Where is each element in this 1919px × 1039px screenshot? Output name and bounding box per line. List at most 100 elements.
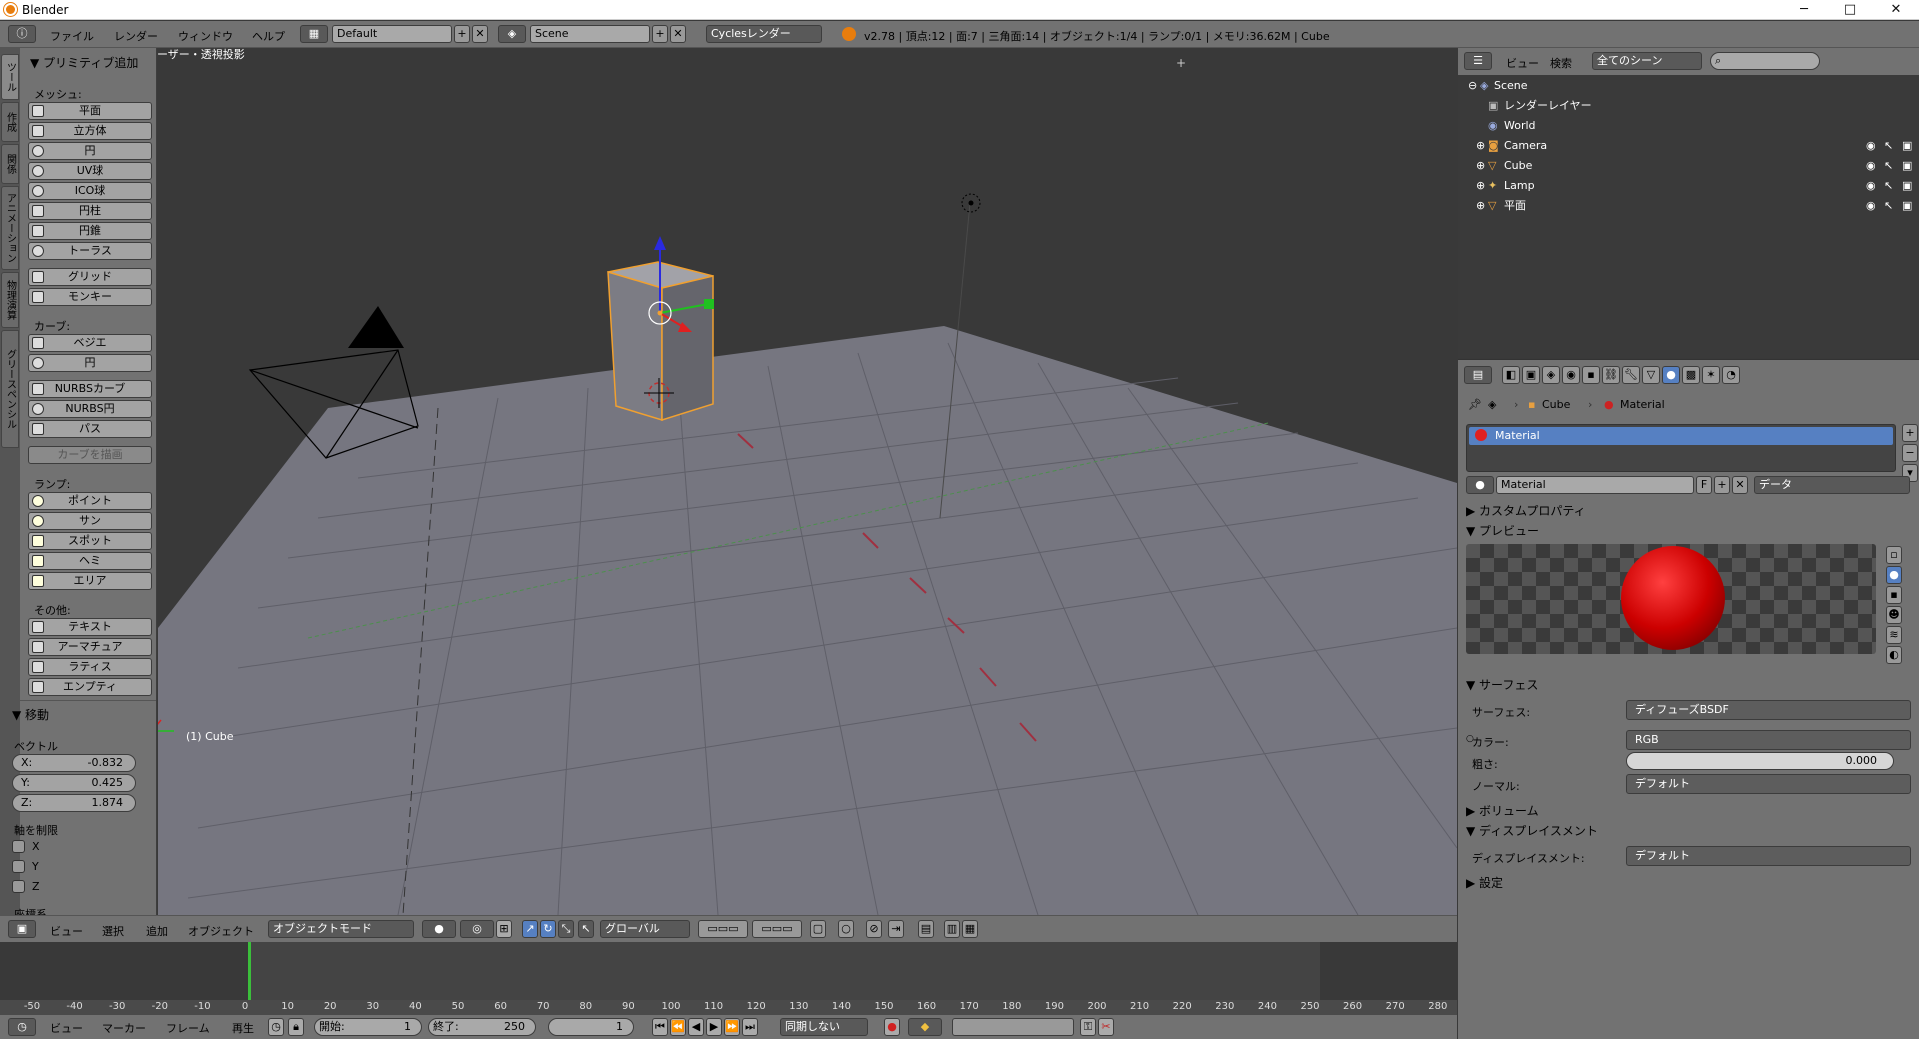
vector-x-field[interactable]: X: -0.832 — [12, 754, 136, 772]
menu-window[interactable]: ウィンドウ — [178, 28, 233, 44]
layout-remove-icon[interactable]: ✕ — [472, 25, 488, 43]
outliner-row-scene[interactable]: ⊖ ◈ Scene — [1458, 76, 1919, 96]
menu-help[interactable]: ヘルプ — [252, 28, 285, 44]
timeline-menu-marker[interactable]: マーカー — [102, 1020, 146, 1036]
displacement-input-select[interactable]: デフォルト — [1626, 846, 1911, 866]
add-lattice-button[interactable]: ラティス — [28, 658, 152, 676]
layers-group-1[interactable]: ▭▭▭ — [698, 920, 748, 938]
add-point-lamp-button[interactable]: ポイント — [28, 492, 152, 510]
insert-keyframe-icon[interactable]: ⚿ — [1080, 1018, 1096, 1036]
mode-select[interactable]: オブジェクトモード — [268, 920, 414, 938]
outliner-row-cube[interactable]: ⊕ ▽ Cube ◉ ↖ ▣ — [1458, 156, 1919, 176]
delete-keyframe-icon[interactable]: ✂ — [1098, 1018, 1114, 1036]
viewport-shading-icon[interactable]: ● — [422, 920, 456, 938]
scene-field[interactable]: Scene — [530, 25, 650, 43]
normal-input-select[interactable]: デフォルト — [1626, 774, 1911, 794]
view3d-menu-add[interactable]: 追加 — [146, 923, 168, 939]
render-engine-select[interactable]: Cyclesレンダー — [706, 25, 822, 43]
fake-user-button[interactable]: F — [1696, 476, 1712, 494]
color-input-select[interactable]: RGB — [1626, 730, 1911, 750]
vector-y-field[interactable]: Y: 0.425 — [12, 774, 136, 792]
add-cone-button[interactable]: 円錐 — [28, 222, 152, 240]
add-torus-button[interactable]: トーラス — [28, 242, 152, 260]
tab-tools[interactable]: ツール — [1, 54, 19, 100]
view3d-menu-object[interactable]: オブジェクト — [188, 923, 254, 939]
preview-header[interactable]: ▼ プレビュー — [1466, 522, 1539, 539]
add-area-lamp-button[interactable]: エリア — [28, 572, 152, 590]
add-slot-icon[interactable]: + — [1902, 424, 1918, 442]
browse-material-icon[interactable]: ● — [1466, 476, 1494, 494]
visibility-eye-icon[interactable]: ◉ — [1866, 176, 1876, 196]
tab-grease-pencil[interactable]: グリースペンシル — [1, 330, 19, 448]
tab-create[interactable]: 作成 — [1, 102, 19, 142]
scene-tab-icon[interactable]: ◈ — [1542, 366, 1560, 384]
render-camera-icon[interactable]: ▣ — [1902, 176, 1912, 196]
end-frame-field[interactable]: 終了: 250 — [428, 1018, 536, 1036]
add-cube-button[interactable]: 立方体 — [28, 122, 152, 140]
primitive-panel-header[interactable]: ▼ プリミティブ追加 — [30, 54, 138, 71]
object-tab-icon[interactable]: ▪ — [1582, 366, 1600, 384]
timeline-editor-type-icon[interactable]: ◷ — [8, 1018, 36, 1036]
add-empty-button[interactable]: エンプティ — [28, 678, 152, 696]
add-grid-button[interactable]: グリッド — [28, 268, 152, 286]
translate-manipulator-icon[interactable]: ↗ — [522, 920, 538, 938]
rotate-manipulator-icon[interactable]: ↻ — [540, 920, 556, 938]
surface-header[interactable]: ▼ サーフェス — [1466, 676, 1538, 693]
maximize-button[interactable]: □ — [1827, 0, 1873, 20]
constraint-z-checkbox[interactable] — [12, 880, 25, 893]
3d-viewport[interactable]: ユーザー・透視投影 (1) Cube + — [158, 48, 1457, 915]
orientation-select[interactable]: グローバル — [600, 920, 690, 938]
transform-orientation-icon[interactable]: ↖ — [578, 920, 594, 938]
expand-icon[interactable]: ⊕ — [1476, 196, 1485, 216]
add-text-button[interactable]: テキスト — [28, 618, 152, 636]
settings-header[interactable]: ▶ 設定 — [1466, 874, 1503, 891]
lock-range-icon[interactable]: 🔒︎ — [288, 1018, 304, 1036]
add-curve-circle-button[interactable]: 円 — [28, 354, 152, 372]
constraints-tab-icon[interactable]: ⛓ — [1602, 366, 1620, 384]
render-tab-icon[interactable]: ◧ — [1502, 366, 1520, 384]
pin-icon[interactable]: 📌︎ — [1468, 398, 1482, 411]
render-preview-icon[interactable]: ▤ — [918, 920, 934, 938]
properties-toggle-icon[interactable]: + — [1176, 56, 1186, 70]
select-cursor-icon[interactable]: ↖ — [1884, 136, 1893, 156]
add-uvsphere-button[interactable]: UV球 — [28, 162, 152, 180]
editor-type-icon[interactable]: ⓘ — [8, 25, 36, 43]
preview-monkey-icon[interactable]: ☻ — [1886, 606, 1902, 624]
add-icosphere-button[interactable]: ICO球 — [28, 182, 152, 200]
auto-keying-icon[interactable]: ● — [884, 1018, 900, 1036]
expand-icon[interactable]: ⊕ — [1476, 136, 1485, 156]
modifiers-tab-icon[interactable]: 🔧︎ — [1622, 366, 1640, 384]
viewport-scene[interactable] — [158, 48, 1457, 915]
tab-animation[interactable]: アニメーション — [1, 186, 19, 270]
minimize-button[interactable]: ─ — [1781, 0, 1827, 20]
expand-icon[interactable]: ⊕ — [1476, 156, 1485, 176]
outliner-row-lamp[interactable]: ⊕ ✦ Lamp ◉ ↖ ▣ — [1458, 176, 1919, 196]
link-select[interactable]: データ — [1754, 476, 1910, 494]
opengl-anim-icon[interactable]: ▦ — [962, 920, 978, 938]
breadcrumb-material[interactable]: Material — [1620, 398, 1665, 411]
tab-physics[interactable]: 物理演算 — [1, 272, 19, 328]
preview-range-icon[interactable]: ◷ — [268, 1018, 284, 1036]
outliner-row-world[interactable]: ◉ World — [1458, 116, 1919, 136]
preview-flat-icon[interactable]: ▫ — [1886, 546, 1902, 564]
render-camera-icon[interactable]: ▣ — [1902, 156, 1912, 176]
add-plane-button[interactable]: 平面 — [28, 102, 152, 120]
scene-add-icon[interactable]: + — [652, 25, 668, 43]
jump-keyframe-back-icon[interactable]: ⏪ — [670, 1018, 686, 1036]
add-circle-button[interactable]: 円 — [28, 142, 152, 160]
properties-editor-type-icon[interactable]: ▤ — [1464, 366, 1492, 384]
select-cursor-icon[interactable]: ↖ — [1884, 196, 1893, 216]
snap-icon[interactable]: ⊘ — [866, 920, 882, 938]
texture-tab-icon[interactable]: ▩ — [1682, 366, 1700, 384]
preview-cube-icon[interactable]: ▪ — [1886, 586, 1902, 604]
play-icon[interactable]: ▶ — [706, 1018, 722, 1036]
timeline-menu-view[interactable]: ビュー — [50, 1020, 83, 1036]
particles-tab-icon[interactable]: ✶ — [1702, 366, 1720, 384]
custom-props-header[interactable]: ▶ カスタムプロパティ — [1466, 502, 1586, 519]
jump-start-icon[interactable]: ⏮ — [652, 1018, 668, 1036]
draw-curve-button[interactable]: カーブを描画 — [28, 446, 152, 464]
keying-set-icon[interactable]: ◆ — [908, 1018, 942, 1036]
outliner-editor-type-icon[interactable]: ☰ — [1464, 52, 1492, 70]
view3d-editor-type-icon[interactable]: ▣ — [8, 920, 36, 938]
add-monkey-button[interactable]: モンキー — [28, 288, 152, 306]
